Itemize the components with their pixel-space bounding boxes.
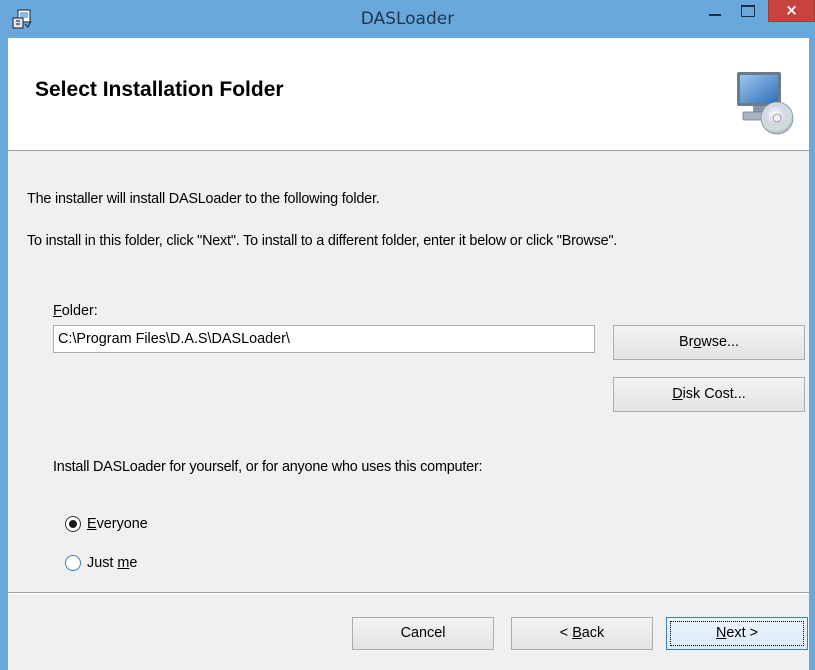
computer-cd-icon	[737, 72, 794, 135]
next-button[interactable]: Next >	[666, 617, 808, 650]
close-icon[interactable]: ×	[768, 0, 815, 22]
header-banner: Select Installation Folder	[8, 38, 809, 151]
maximize-icon[interactable]	[733, 0, 761, 22]
disk-cost-button[interactable]: Disk Cost...	[613, 377, 805, 412]
instructions-text: To install in this folder, click "Next".…	[27, 233, 618, 249]
page-title: Select Installation Folder	[35, 78, 284, 101]
radio-everyone-label: Everyone	[87, 516, 148, 532]
focus-rectangle	[670, 621, 804, 646]
install-for-prompt: Install DASLoader for yourself, or for a…	[53, 459, 483, 475]
footer-divider	[8, 592, 809, 594]
installer-window: DASLoader × Select Installation Folder T…	[0, 0, 815, 670]
radio-checked-icon[interactable]	[65, 516, 81, 532]
radio-unchecked-icon[interactable]	[65, 555, 81, 571]
radio-just-me-label: Just me	[87, 555, 138, 571]
installer-client-area: Select Installation Folder The installer…	[8, 38, 809, 670]
browse-button[interactable]: Browse...	[613, 325, 805, 360]
intro-text: The installer will install DASLoader to …	[27, 191, 380, 207]
folder-label: Folder:	[53, 303, 98, 319]
back-button[interactable]: < Back	[511, 617, 653, 650]
title-bar[interactable]: DASLoader ×	[0, 0, 815, 38]
minimize-icon[interactable]	[700, 0, 728, 22]
folder-path-input[interactable]	[53, 325, 595, 353]
cancel-button[interactable]: Cancel	[352, 617, 494, 650]
window-title: DASLoader	[360, 9, 455, 29]
